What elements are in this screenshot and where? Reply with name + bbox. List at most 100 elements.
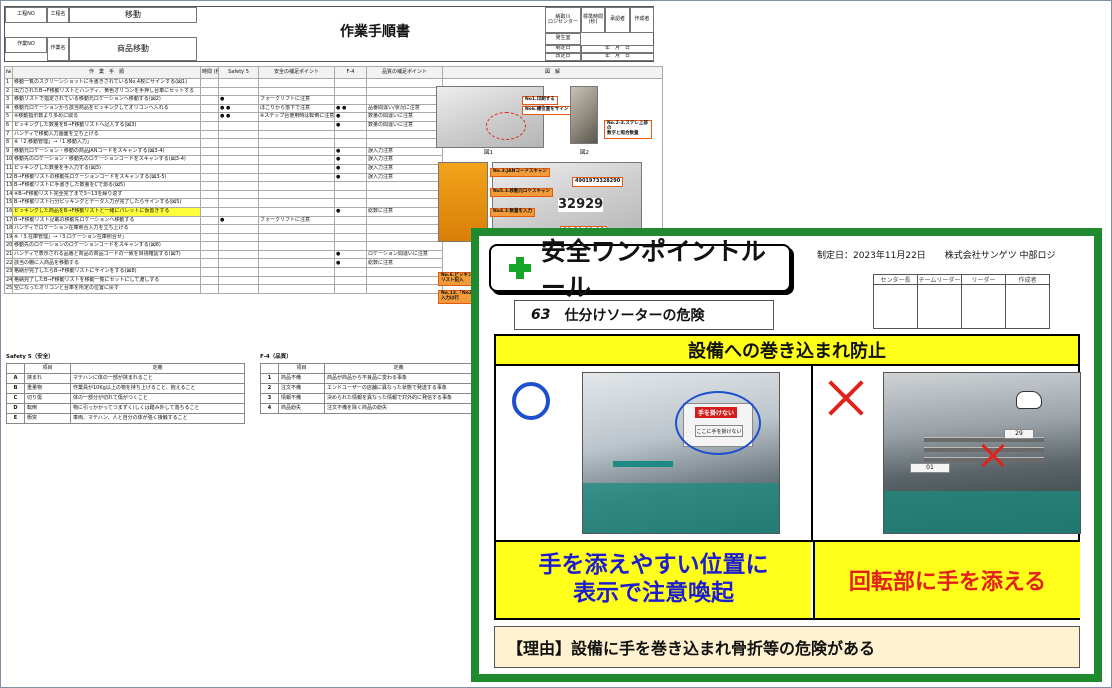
bad-verdict: 回転部に手を添える: [813, 542, 1080, 618]
reason-box: 【理由】設備に手を巻き込まれ骨折等の危険がある: [494, 626, 1080, 668]
glove-hand-icon: [1016, 391, 1042, 409]
quality-marks: [334, 267, 368, 277]
step-text: ※「3.在庫管理」→「3.ロケーション在庫照合せ」: [12, 232, 201, 243]
step-text: 空になったオリコンと台車を所定の位置に戻す: [12, 284, 201, 294]
safety-marks: [217, 206, 260, 217]
comparison-cells: 手を掛けない ここに手を掛けない 01 29: [494, 366, 1081, 542]
quality-marks: [334, 129, 368, 140]
step-time: [200, 146, 219, 157]
table-row: 1 商品不備 商品が商品から不良品に変わる事象: [260, 373, 473, 384]
step-time: [200, 241, 219, 251]
step-text: ピッキングした数量をB→F移動リストへ記入する(図3): [12, 120, 201, 131]
step-no: 8: [4, 138, 13, 148]
col-no: №: [4, 66, 13, 79]
signoff-author: 作成者: [1005, 274, 1050, 285]
made-date-value: 年 月 日: [581, 45, 654, 53]
step-no: 12: [4, 172, 13, 183]
quality-marks: ●: [334, 249, 368, 260]
step-time: [200, 258, 219, 269]
f4-legend-title: F-4（品質）: [260, 354, 292, 360]
step-time: [200, 189, 219, 200]
quality-marks: ● ●: [334, 103, 368, 114]
author-label: 作成者: [630, 7, 654, 33]
step-text: ハンディで移動入力画面を立ち上げる: [12, 129, 201, 140]
ng-cross-icon: [826, 378, 866, 418]
step-time: [200, 86, 219, 97]
step-text: B→F移動リストに手書きした数量をCで測る(図5): [12, 181, 201, 191]
legend-item: 切り傷: [24, 393, 71, 404]
safety-point: [258, 138, 336, 148]
step-text: B→F移動リスト行分ピッキングとデータ入力が完了したらサインする(図5): [12, 198, 201, 208]
step-time: [200, 163, 219, 174]
col-f4: F-4: [334, 66, 368, 79]
step-text: ピッキングした商品をB→F移動リストと一緒にパレットに仮置きする: [12, 206, 201, 217]
step-no: 23: [4, 267, 13, 277]
safety-marks: [217, 163, 260, 174]
highlight-ring: [486, 112, 526, 140]
safety-point: [258, 189, 336, 200]
legend-key: D: [6, 403, 25, 414]
safety-point: [258, 206, 336, 217]
quality-marks: [334, 189, 368, 200]
step-time: [200, 224, 219, 234]
red-x-icon: [982, 445, 1004, 467]
safety-marks: [217, 155, 260, 165]
quality-marks: [334, 215, 368, 226]
col-procedure: 作 業 手 順: [12, 66, 201, 79]
safety-marks: [217, 146, 260, 157]
step-no: 13: [4, 181, 13, 191]
safety-marks: [217, 78, 260, 88]
poster-title-box: 安全ワンポイントルール: [489, 237, 791, 302]
safety-marks: [217, 129, 260, 140]
step-time: [200, 103, 219, 114]
process-no-label: 工程NO: [5, 7, 47, 23]
step-time: [200, 284, 219, 294]
quality-marks: ●: [334, 206, 368, 217]
safety-marks: [217, 198, 260, 208]
step-no: 15: [4, 198, 13, 208]
fig-tag-loc-scan: No5.3.移動元ロケスキャン: [490, 188, 554, 197]
fig-tag-shelf: No.2-3.ステレ上部の 数字と照合数量: [604, 120, 652, 139]
legend-item: 挟まれ: [24, 373, 71, 384]
legend-def: 注文不備を除く商品の紛失: [324, 403, 473, 414]
poster-date: 制定日：2023年11月22日: [817, 251, 926, 261]
table-row: C 切り傷 体の一部分が切れて傷がつくこと: [6, 393, 245, 404]
step-text: 出力されたB→F移動リストとハンディ、黄色オリコンを手押し台車にセットする: [12, 86, 201, 97]
quality-marks: [334, 284, 368, 294]
safety-point: [258, 163, 336, 174]
step-no: 4: [4, 103, 13, 114]
signoff-box: [873, 284, 918, 329]
table-row: D 転倒 物に引っかかってつまずく(しくは踏み外して落ちること: [6, 403, 245, 414]
step-time: [200, 232, 219, 243]
step-text: 該当の棚に入商品を移動する: [12, 258, 201, 269]
machine-frame: [884, 491, 1080, 533]
f4-legend-table: 項目 定義 1 商品不備 商品が商品から不良品に変わる事象 2 注文不備 エンドユーザーの…: [260, 363, 473, 414]
step-text: ※「2.移動管理」→「1.移動入力」: [12, 138, 201, 148]
table-row: 2 注文不備 エンドユーザーの店舗に異なった状態で発送する事象: [260, 383, 473, 394]
blue-highlight-ring: [675, 391, 761, 455]
signoff-center-head: センター長: [873, 274, 918, 285]
legend-key: 1: [260, 373, 279, 384]
fig-qty-number: 32929: [558, 197, 604, 213]
step-no: 5: [4, 112, 13, 122]
safety-point: [258, 249, 336, 260]
signoff-box: [1005, 284, 1050, 329]
safety-point: [258, 267, 336, 277]
step-text: ピッキングした数量を手入力する(図3): [12, 163, 201, 174]
safety-marks: [217, 267, 260, 277]
step-text: 格納完了したB→F移動リストを移動一覧にセットにして渡しする: [12, 275, 201, 286]
table-header: № 作 業 手 順 時間 (秒) Safety 5 安全の補足ポイント F-4 …: [4, 66, 664, 79]
safety-point: [258, 120, 336, 131]
fig-tag-jan-scan: No.3.JANコードスキャン: [490, 168, 550, 177]
legend-def: 物に引っかかってつまずく(しくは踏み外して落ちること: [70, 403, 245, 414]
safety5-legend-table: 項目 定義 A 挟まれ マテハンに体の一部が挟まれること B 重量物 作業員が10Kg以上…: [6, 363, 245, 424]
fig-tag-sign: No6.棚位置をサイン: [522, 106, 572, 115]
safety-point: [258, 78, 336, 88]
rule-number: 63: [531, 307, 551, 323]
step-text: ※B→F移動リスト完全完了まで3~13を繰り返す: [12, 189, 201, 200]
step-text: 格納が完了したらB→F移動リストにサインをする(図8): [12, 267, 201, 277]
step-text: 移動リストで指定されている移動元ロケーションへ移動する(図2): [12, 95, 201, 105]
step-text: B→F移動リストの移動先ロケーションコードをスキャンする(図3-5): [12, 172, 201, 183]
safety-point: [258, 224, 336, 234]
step-time: [200, 129, 219, 140]
